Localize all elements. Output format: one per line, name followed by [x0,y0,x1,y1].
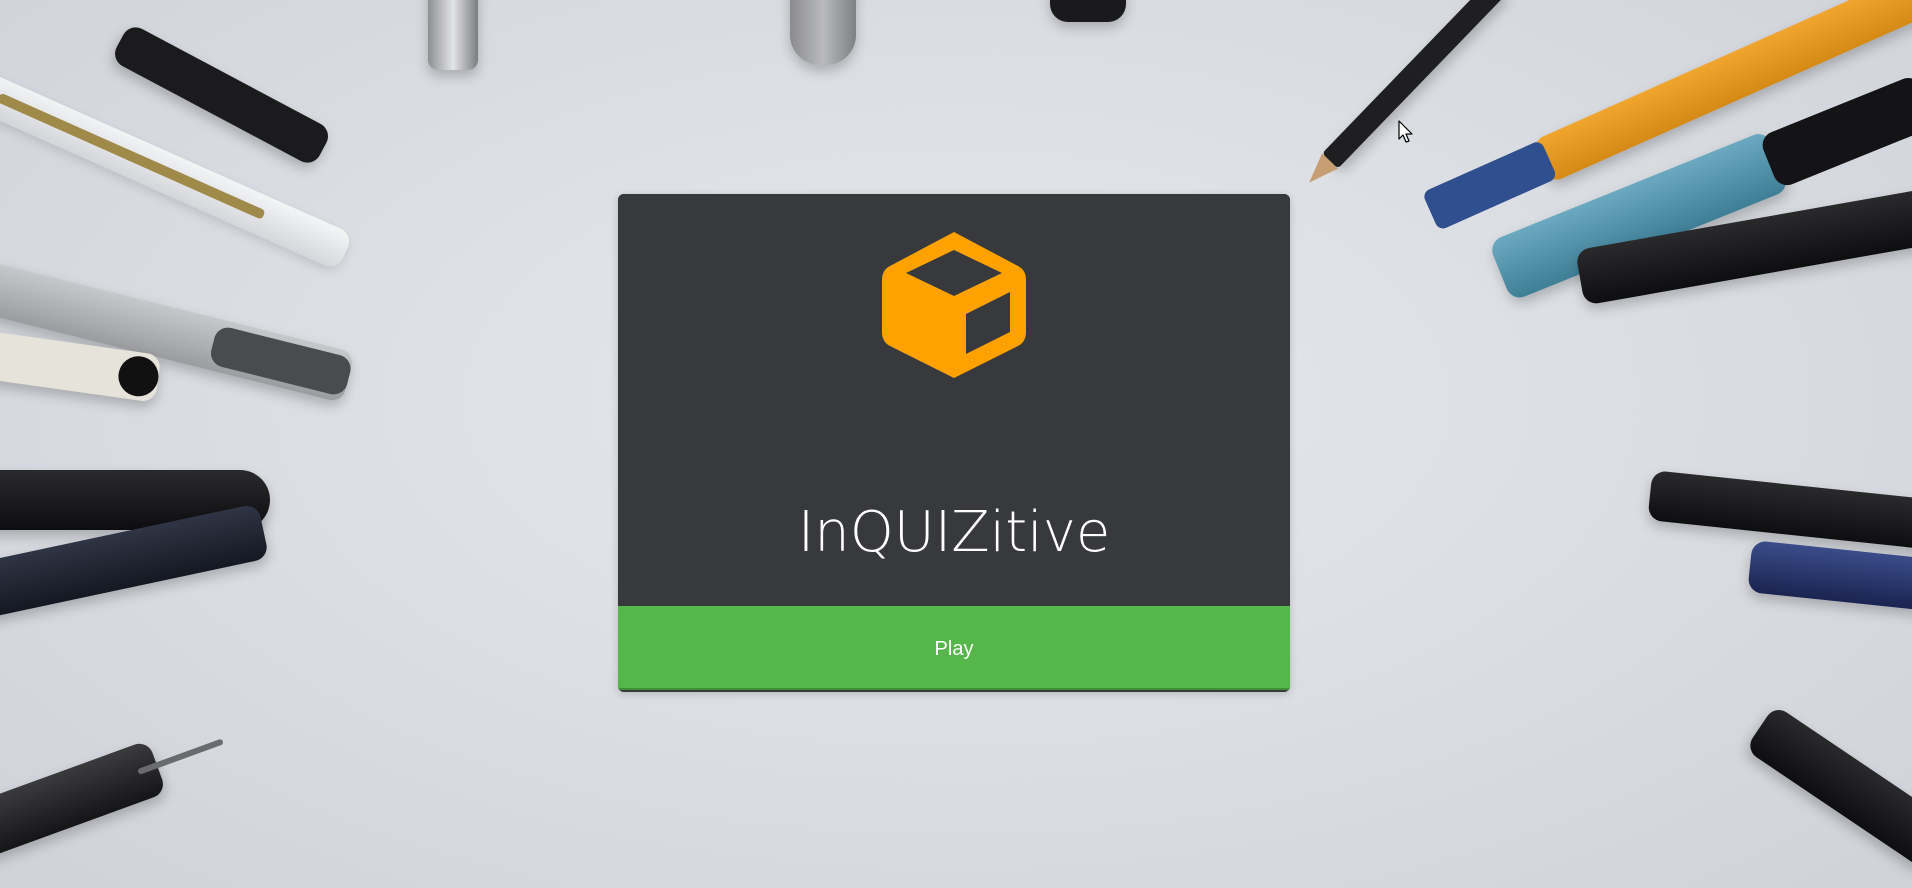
pen-decoration [428,0,478,70]
pen-decoration [0,738,224,865]
pen-decoration [0,71,354,271]
mouse-cursor-icon [1398,120,1413,143]
play-button[interactable]: Play [618,606,1290,690]
start-card: InQUIZitive Play [618,194,1290,692]
card-header: InQUIZitive [618,194,1290,606]
pen-decoration [1647,470,1912,552]
app-title: InQUIZitive [797,500,1111,565]
pen-decoration [1050,0,1126,22]
cube-icon [882,232,1026,378]
pen-decoration [1747,540,1912,613]
pen-decoration [790,0,856,65]
pen-decoration [1744,704,1912,873]
